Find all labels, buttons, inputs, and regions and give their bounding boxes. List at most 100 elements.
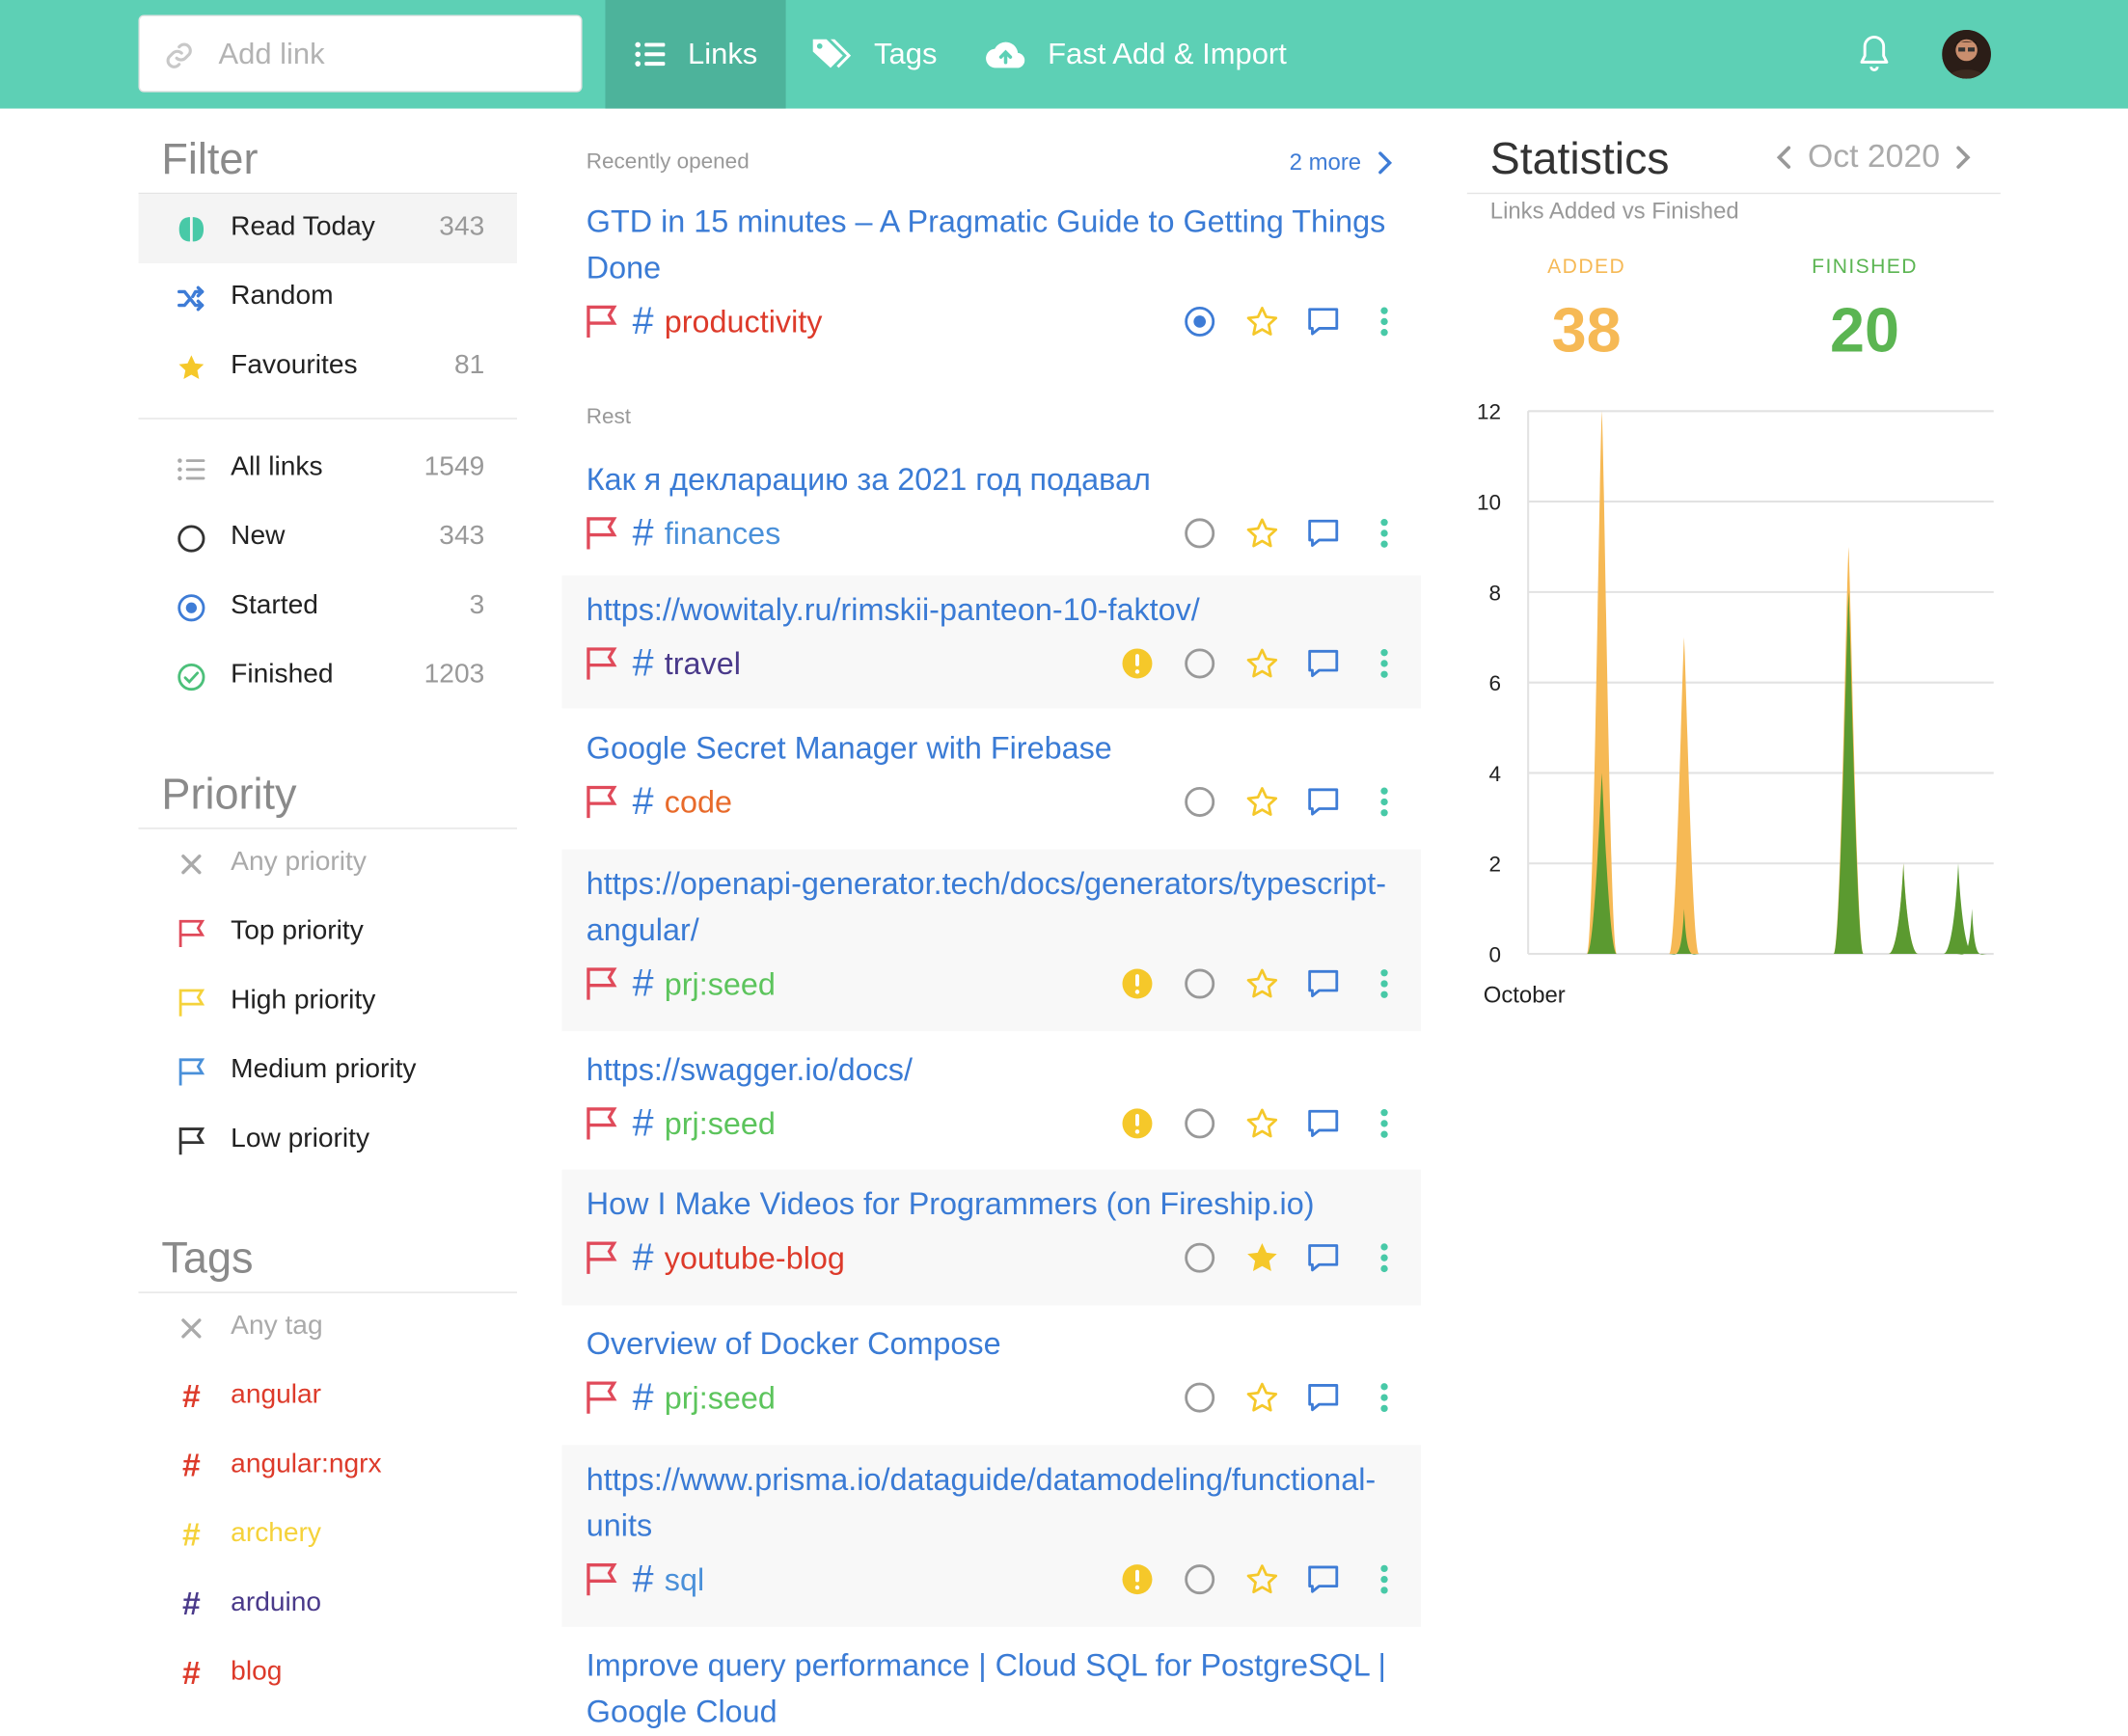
filter-favourites[interactable]: Favourites 81 [139, 333, 518, 402]
link-tag[interactable]: travel [665, 645, 741, 682]
filter-all-links[interactable]: All links 1549 [139, 434, 518, 503]
star-icon[interactable] [1241, 643, 1282, 684]
chevron-right-icon[interactable] [1953, 144, 1973, 171]
link-tag[interactable]: productivity [665, 303, 823, 339]
link-row[interactable]: https://swagger.io/docs/ # prj:seed [561, 1035, 1421, 1168]
status-icon[interactable] [1180, 301, 1220, 341]
tab-tags[interactable]: Tags [811, 0, 937, 109]
status-icon[interactable] [1180, 513, 1220, 554]
flag-icon[interactable] [584, 1106, 619, 1142]
star-icon[interactable] [1241, 1237, 1282, 1278]
star-icon[interactable] [1241, 301, 1282, 341]
more-link[interactable]: 2 more [1290, 149, 1394, 176]
priority-medium[interactable]: Medium priority [139, 1037, 518, 1106]
comment-icon[interactable] [1303, 1237, 1344, 1278]
link-title[interactable]: https://openapi-generator.tech/docs/gene… [587, 860, 1414, 953]
star-icon[interactable] [1241, 1103, 1282, 1144]
flag-icon[interactable] [584, 516, 619, 552]
more-vertical-icon[interactable] [1364, 1377, 1405, 1418]
link-row[interactable]: How I Make Videos for Programmers (on Fi… [561, 1169, 1422, 1306]
more-vertical-icon[interactable] [1364, 513, 1405, 554]
link-row[interactable]: Improve query performance | Cloud SQL fo… [561, 1631, 1421, 1736]
status-icon[interactable] [1180, 1560, 1220, 1600]
more-vertical-icon[interactable] [1364, 643, 1405, 684]
status-icon[interactable] [1180, 643, 1220, 684]
link-title[interactable]: https://www.prisma.io/dataguide/datamode… [587, 1456, 1414, 1549]
more-vertical-icon[interactable] [1364, 963, 1405, 1004]
star-icon[interactable] [1241, 781, 1282, 822]
star-icon[interactable] [1241, 1560, 1282, 1600]
filter-new[interactable]: New 343 [139, 503, 518, 573]
star-icon[interactable] [1241, 1377, 1282, 1418]
status-icon[interactable] [1180, 781, 1220, 822]
comment-icon[interactable] [1303, 513, 1344, 554]
link-tag[interactable]: prj:seed [665, 1105, 776, 1142]
flag-icon[interactable] [584, 1561, 619, 1597]
comment-icon[interactable] [1303, 1560, 1344, 1600]
link-row[interactable]: https://wowitaly.ru/rimskii-panteon-10-f… [561, 575, 1422, 709]
tag-any[interactable]: Any tag [139, 1293, 518, 1363]
priority-any[interactable]: Any priority [139, 829, 518, 899]
flag-icon[interactable] [584, 1240, 619, 1276]
add-link-box[interactable] [138, 14, 583, 93]
link-tag[interactable]: code [665, 783, 732, 820]
link-row[interactable]: GTD in 15 minutes – A Pragmatic Guide to… [561, 198, 1421, 355]
status-icon[interactable] [1180, 1103, 1220, 1144]
bell-icon[interactable] [1855, 34, 1893, 81]
more-vertical-icon[interactable] [1364, 1560, 1405, 1600]
flag-icon[interactable] [584, 304, 619, 339]
link-tag[interactable]: prj:seed [665, 965, 776, 1002]
comment-icon[interactable] [1303, 1377, 1344, 1418]
priority-top[interactable]: Top priority [139, 898, 518, 967]
tag-arduino[interactable]: # arduino [139, 1570, 518, 1640]
link-title[interactable]: Improve query performance | Cloud SQL fo… [587, 1641, 1414, 1734]
link-tag[interactable]: sql [665, 1561, 704, 1598]
tag-angular-ngrx[interactable]: # angular:ngrx [139, 1431, 518, 1501]
status-icon[interactable] [1180, 963, 1220, 1004]
flag-icon[interactable] [584, 1380, 619, 1416]
priority-low[interactable]: Low priority [139, 1106, 518, 1176]
user-avatar[interactable] [1942, 29, 1991, 79]
filter-started[interactable]: Started 3 [139, 573, 518, 642]
flag-icon[interactable] [584, 966, 619, 1002]
more-vertical-icon[interactable] [1364, 301, 1405, 341]
more-vertical-icon[interactable] [1364, 1237, 1405, 1278]
more-vertical-icon[interactable] [1364, 781, 1405, 822]
more-vertical-icon[interactable] [1364, 1103, 1405, 1144]
flag-icon[interactable] [584, 646, 619, 682]
link-row[interactable]: https://openapi-generator.tech/docs/gene… [561, 849, 1422, 1032]
link-title[interactable]: Overview of Docker Compose [587, 1320, 1414, 1367]
comment-icon[interactable] [1303, 963, 1344, 1004]
tab-links[interactable]: Links [605, 0, 786, 109]
tag-blog[interactable]: # blog [139, 1640, 518, 1709]
link-tag[interactable]: prj:seed [665, 1379, 776, 1416]
status-icon[interactable] [1180, 1237, 1220, 1278]
link-title[interactable]: https://swagger.io/docs/ [587, 1046, 1414, 1093]
link-title[interactable]: GTD in 15 minutes – A Pragmatic Guide to… [587, 198, 1414, 290]
link-title[interactable]: Google Secret Manager with Firebase [587, 724, 1414, 771]
link-row[interactable]: https://www.prisma.io/dataguide/datamode… [561, 1445, 1422, 1627]
link-title[interactable]: How I Make Videos for Programmers (on Fi… [587, 1180, 1414, 1227]
star-icon[interactable] [1241, 513, 1282, 554]
add-link-input[interactable] [218, 27, 565, 82]
filter-read-today[interactable]: Read Today 343 [138, 194, 518, 263]
tag-archery[interactable]: # archery [139, 1501, 518, 1570]
link-row[interactable]: Google Secret Manager with Firebase # code [561, 714, 1421, 847]
link-tag[interactable]: finances [665, 515, 781, 552]
comment-icon[interactable] [1303, 1103, 1344, 1144]
tag-angular[interactable]: # angular [139, 1363, 518, 1432]
comment-icon[interactable] [1303, 781, 1344, 822]
filter-random[interactable]: Random [139, 263, 518, 333]
comment-icon[interactable] [1303, 301, 1344, 341]
link-title[interactable]: https://wowitaly.ru/rimskii-panteon-10-f… [587, 586, 1414, 633]
flag-icon[interactable] [584, 784, 619, 820]
comment-icon[interactable] [1303, 643, 1344, 684]
link-row[interactable]: Как я декларацию за 2021 год подавал # fin… [561, 445, 1421, 567]
link-tag[interactable]: youtube-blog [665, 1239, 845, 1276]
link-title[interactable]: Как я декларацию за 2021 год подавал [587, 456, 1414, 502]
tab-fast-add[interactable]: Fast Add & Import [985, 0, 1287, 109]
star-icon[interactable] [1241, 963, 1282, 1004]
priority-high[interactable]: High priority [139, 967, 518, 1037]
chevron-left-icon[interactable] [1775, 144, 1794, 171]
link-row[interactable]: Overview of Docker Compose # prj:seed [561, 1310, 1421, 1443]
